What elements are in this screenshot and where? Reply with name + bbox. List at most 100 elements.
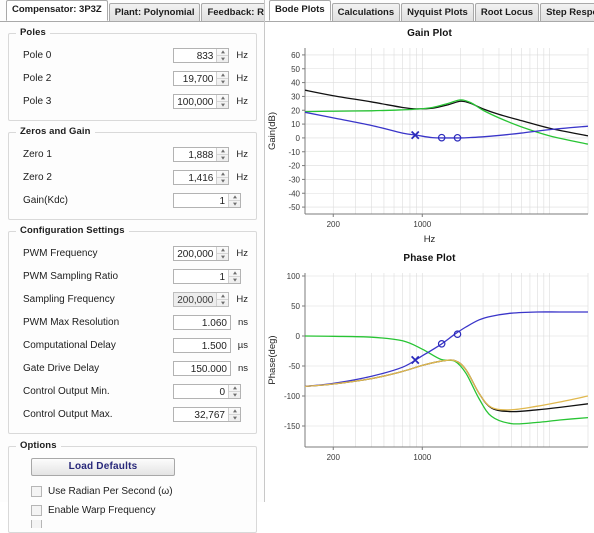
checkbox-label-enable-warp-frequency: Enable Warp Frequency <box>48 505 156 516</box>
spinner-down-icon[interactable] <box>229 415 240 421</box>
input-zero-1[interactable]: 1,888 <box>173 147 230 162</box>
gain-plot-title: Gain Plot <box>407 28 452 39</box>
row-pwm-frequency: PWM Frequency 200,000 Hz <box>17 242 248 265</box>
spinner-pwm-sampling-ratio[interactable] <box>228 270 240 283</box>
value-zero-1: 1,888 <box>188 150 214 161</box>
tab-plant[interactable]: Plant: Polynomial <box>108 3 201 21</box>
tab-root-locus[interactable]: Root Locus <box>474 3 540 21</box>
unit-pwm-max-resolution: ns <box>237 317 248 328</box>
load-defaults-button[interactable]: Load Defaults <box>31 458 175 476</box>
checkbox-use-radian-per-second[interactable] <box>31 486 42 497</box>
input-gate-drive-delay[interactable]: 150.000 <box>173 361 231 376</box>
row-control-output-min: Control Output Min. 0 <box>17 380 248 403</box>
spinner-up-icon[interactable] <box>217 247 228 253</box>
spinner-up-icon[interactable] <box>217 148 228 154</box>
svg-text:Gain(dB): Gain(dB) <box>267 112 278 150</box>
spinner-up-icon[interactable] <box>217 72 228 78</box>
checkbox-row-truncated[interactable] <box>17 520 248 528</box>
row-pole-3: Pole 3 100,000 Hz <box>17 90 248 113</box>
spinner-pole-3[interactable] <box>216 95 229 108</box>
checkbox-truncated[interactable] <box>31 520 42 528</box>
spinner-up-icon[interactable] <box>217 171 228 177</box>
spinner-zero-2[interactable] <box>216 171 229 184</box>
svg-text:20: 20 <box>291 106 300 115</box>
row-computational-delay: Computational Delay 1.500 µs <box>17 334 248 357</box>
input-pwm-frequency[interactable]: 200,000 <box>173 246 230 261</box>
label-pole-2: Pole 2 <box>23 73 52 84</box>
spinner-down-icon[interactable] <box>229 277 240 283</box>
spinner-pwm-frequency[interactable] <box>216 247 229 260</box>
svg-text:50: 50 <box>291 65 300 74</box>
spinner-pole-0[interactable] <box>216 49 229 62</box>
input-pwm-max-resolution[interactable]: 1.060 <box>173 315 231 330</box>
gain-plot-svg[interactable]: 60 50 40 30 20 10 0 -10 -20 -30 -40 -50 200 1000 Gain(… <box>265 40 594 236</box>
svg-text:50: 50 <box>291 302 300 311</box>
row-gate-drive-delay: Gate Drive Delay 150.000 ns <box>17 357 248 380</box>
group-title-poles: Poles <box>16 27 50 38</box>
input-control-output-min[interactable]: 0 <box>173 384 241 399</box>
row-zero-2: Zero 2 1,416 Hz <box>17 166 248 189</box>
tab-feedback[interactable]: Feedback: RC Netwo <box>201 3 264 21</box>
spinner-down-icon[interactable] <box>217 254 228 260</box>
tab-compensator[interactable]: Compensator: 3P3Z <box>6 0 108 21</box>
group-title-configuration-settings: Configuration Settings <box>16 225 129 236</box>
spinner-down-icon[interactable] <box>229 201 240 207</box>
label-computational-delay: Computational Delay <box>23 340 116 351</box>
value-pwm-sampling-ratio: 1 <box>219 272 225 283</box>
input-pole-3[interactable]: 100,000 <box>173 94 230 109</box>
checkbox-row-use-radian-per-second[interactable]: Use Radian Per Second (ω) <box>17 482 248 501</box>
input-pole-0[interactable]: 833 <box>173 48 230 63</box>
spinner-down-icon[interactable] <box>217 155 228 161</box>
input-pole-2[interactable]: 19,700 <box>173 71 230 86</box>
spinner-down-icon[interactable] <box>229 392 240 398</box>
svg-text:10: 10 <box>291 120 300 129</box>
unit-computational-delay: µs <box>237 340 248 351</box>
spinner-down-icon[interactable] <box>217 178 228 184</box>
value-pole-3: 100,000 <box>177 97 214 108</box>
application-window: Compensator: 3P3Z Plant: Polynomial Feed… <box>0 0 594 533</box>
spinner-pole-2[interactable] <box>216 72 229 85</box>
svg-text:-50: -50 <box>288 203 300 212</box>
phase-plot-svg[interactable]: 100 50 0 -50 -100 -150 200 1000 Phase(deg) <box>265 265 594 471</box>
spinner-up-icon[interactable] <box>229 194 240 200</box>
input-computational-delay[interactable]: 1.500 <box>173 338 231 353</box>
svg-text:-30: -30 <box>288 175 300 184</box>
spinner-down-icon[interactable] <box>217 102 228 108</box>
spinner-control-output-min[interactable] <box>228 385 240 398</box>
spinner-down-icon[interactable] <box>217 79 228 85</box>
svg-text:-50: -50 <box>288 362 300 371</box>
spinner-zero-1[interactable] <box>216 148 229 161</box>
tab-bode-plots[interactable]: Bode Plots <box>269 0 331 21</box>
tab-step-response[interactable]: Step Response <box>540 3 594 21</box>
spinner-control-output-max[interactable] <box>228 408 240 421</box>
spinner-up-icon[interactable] <box>229 385 240 391</box>
spinner-down-icon[interactable] <box>217 56 228 62</box>
gain-plot-wrap: Gain Plot 60 50 40 30 20 10 0 -10 -20 -30 -40 -50 20… <box>265 22 594 245</box>
tab-calculations[interactable]: Calculations <box>331 3 401 21</box>
group-zeros-and-gain: Zeros and Gain Zero 1 1,888 Hz Zero 2 1,… <box>8 126 257 220</box>
input-gain-kdc[interactable]: 1 <box>173 193 241 208</box>
tab-nyquist-plots[interactable]: Nyquist Plots <box>401 3 474 21</box>
checkbox-row-enable-warp-frequency[interactable]: Enable Warp Frequency <box>17 501 248 520</box>
spinner-gain-kdc[interactable] <box>228 194 240 207</box>
spinner-up-icon[interactable] <box>217 95 228 101</box>
spinner-up-icon[interactable] <box>229 270 240 276</box>
label-pwm-sampling-ratio: PWM Sampling Ratio <box>23 271 119 282</box>
group-configuration-settings: Configuration Settings PWM Frequency 200… <box>8 225 257 434</box>
unit-zero-2: Hz <box>236 172 248 183</box>
input-control-output-max[interactable]: 32,767 <box>173 407 241 422</box>
label-pole-0: Pole 0 <box>23 50 52 61</box>
gain-plot-xlabel: Hz <box>423 234 436 245</box>
value-pole-0: 833 <box>196 51 214 62</box>
label-pwm-frequency: PWM Frequency <box>23 248 98 259</box>
spinner-up-icon[interactable] <box>217 49 228 55</box>
value-control-output-min: 0 <box>219 387 225 398</box>
svg-text:200: 200 <box>327 220 341 229</box>
value-gain-kdc: 1 <box>219 196 225 207</box>
svg-text:Phase(deg): Phase(deg) <box>267 335 278 384</box>
input-pwm-sampling-ratio[interactable]: 1 <box>173 269 241 284</box>
checkbox-enable-warp-frequency[interactable] <box>31 505 42 516</box>
spinner-up-icon <box>217 293 228 299</box>
spinner-up-icon[interactable] <box>229 408 240 414</box>
input-zero-2[interactable]: 1,416 <box>173 170 230 185</box>
